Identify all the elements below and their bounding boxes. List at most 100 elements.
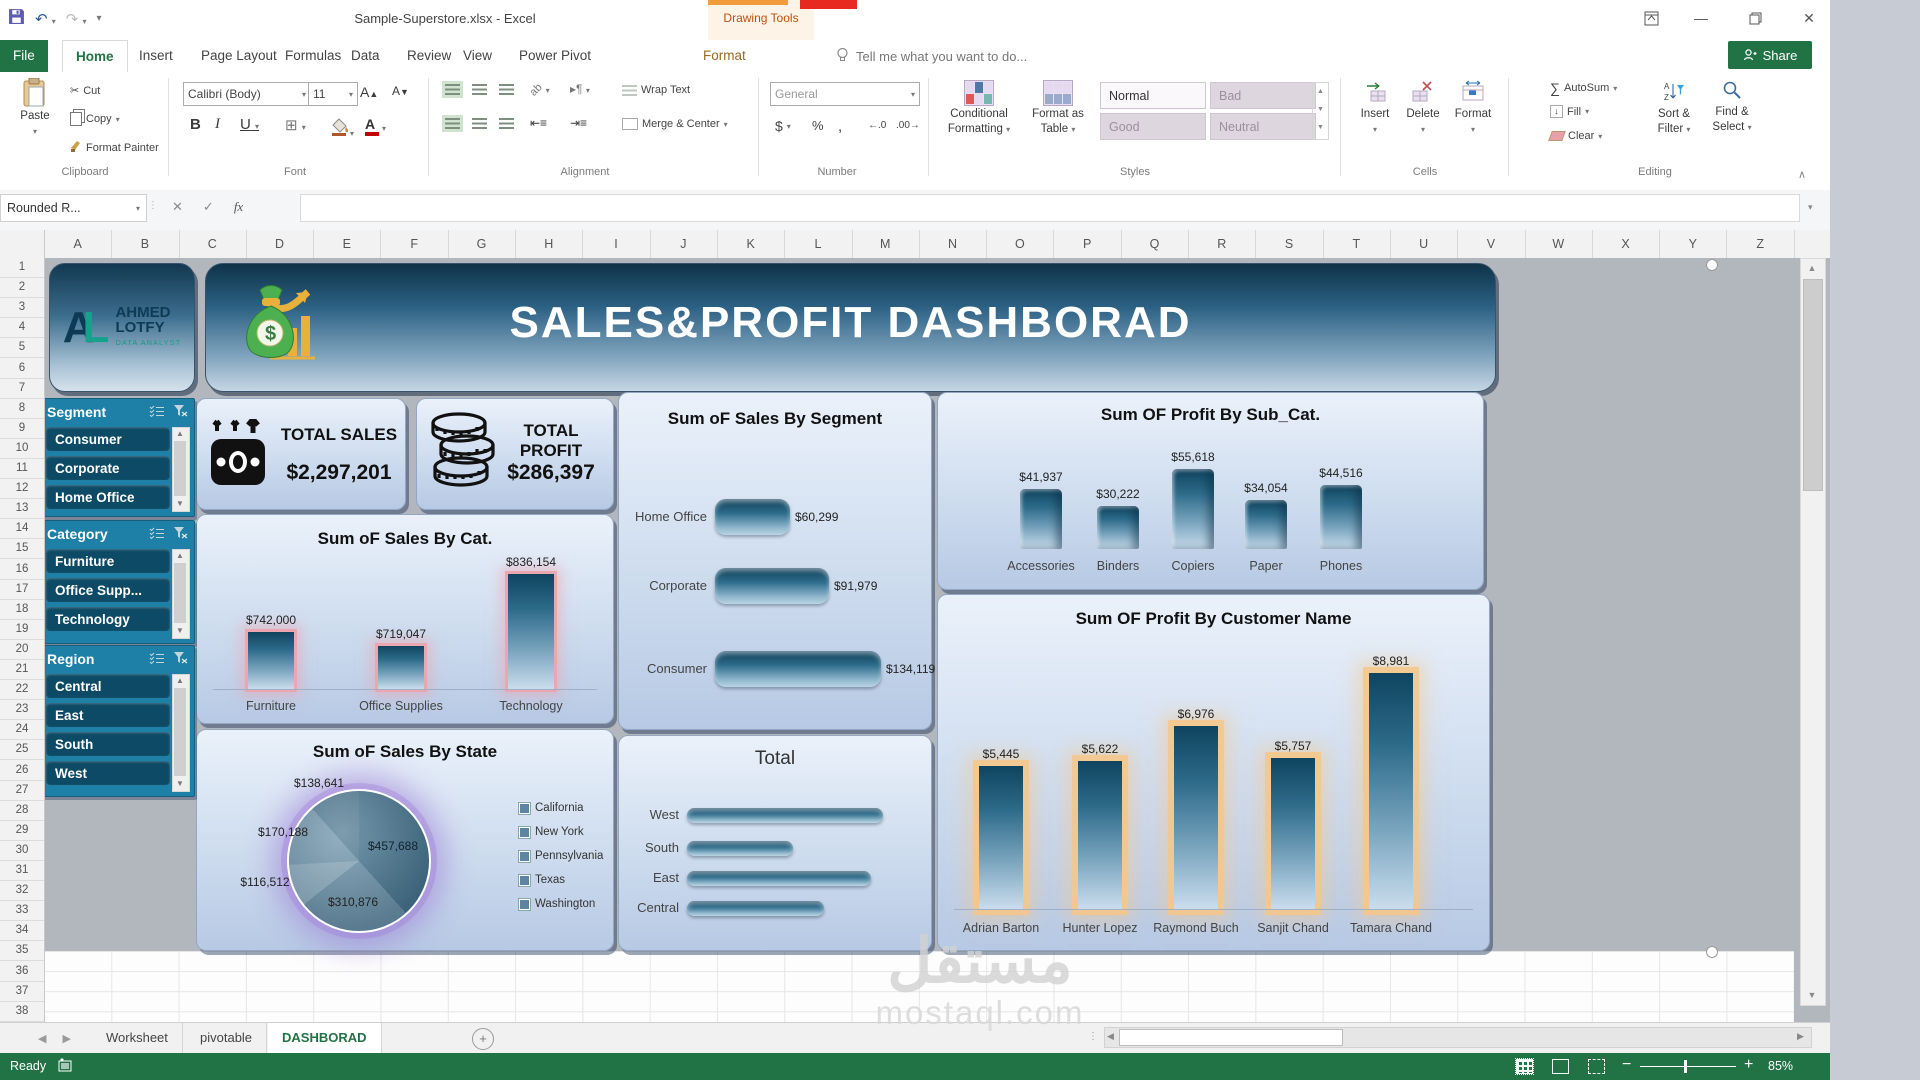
increase-indent-button[interactable]: ⇥≡ [570, 116, 587, 130]
slicer-scrollbar[interactable]: ▲▼ [172, 427, 190, 512]
pie-chart[interactable] [287, 789, 431, 933]
column-header-J[interactable]: J [650, 230, 718, 258]
clear-filter-icon[interactable] [173, 651, 188, 667]
row-header-37[interactable]: 37 [0, 982, 44, 1002]
row-header-12[interactable]: 12 [0, 479, 44, 499]
column-header-N[interactable]: N [919, 230, 987, 258]
column-header-U[interactable]: U [1390, 230, 1458, 258]
row-header-32[interactable]: 32 [0, 881, 44, 901]
zoom-slider-thumb[interactable] [1684, 1060, 1687, 1073]
undo-icon[interactable]: ↶ ▾ [35, 10, 56, 28]
fill-button[interactable]: ↓Fill▾ [1550, 105, 1589, 118]
scroll-thumb[interactable] [174, 563, 186, 623]
row-header-34[interactable]: 34 [0, 921, 44, 941]
slicer-item-consumer[interactable]: Consumer [46, 427, 170, 451]
styles-gallery-scroll[interactable]: ▲▼▼ [1312, 82, 1329, 140]
cancel-entry-icon[interactable]: ✕ [172, 199, 183, 215]
name-box[interactable]: Rounded R...▾ [0, 194, 147, 222]
scroll-down-icon[interactable]: ▼ [1801, 986, 1823, 1004]
row-header-22[interactable]: 22 [0, 680, 44, 700]
row-header-28[interactable]: 28 [0, 801, 44, 821]
row-header-18[interactable]: 18 [0, 600, 44, 620]
multi-select-icon[interactable] [149, 526, 165, 542]
restore-button[interactable] [1732, 0, 1778, 36]
scroll-down-icon[interactable]: ▼ [173, 498, 187, 510]
slicer-segment[interactable]: SegmentConsumerCorporateHome Office▲▼ [40, 398, 195, 517]
row-header-14[interactable]: 14 [0, 519, 44, 539]
row-header-27[interactable]: 27 [0, 781, 44, 801]
bar-home-office[interactable] [715, 499, 790, 535]
clear-button[interactable]: Clear▾ [1550, 130, 1602, 142]
cell-styles-gallery[interactable]: Normal Bad Good Neutral [1100, 82, 1316, 140]
column-header-F[interactable]: F [381, 230, 449, 258]
tab-insert[interactable]: Insert [126, 40, 186, 72]
scroll-down-icon[interactable]: ▼ [173, 778, 187, 790]
empty-cells-band[interactable] [44, 951, 1794, 1022]
slicer-item-home-office[interactable]: Home Office [46, 485, 170, 509]
customize-qat-icon[interactable]: ▾ [97, 13, 102, 24]
scroll-up-icon[interactable]: ▲ [173, 428, 187, 440]
profit-by-subcategory-chart[interactable]: Sum OF Profit By Sub_Cat. $41,937Accesso… [937, 392, 1484, 590]
column-header-Y[interactable]: Y [1659, 230, 1727, 258]
style-bad[interactable]: Bad [1210, 82, 1316, 109]
zoom-out-button[interactable]: − [1622, 1056, 1631, 1074]
select-all-corner[interactable] [0, 230, 45, 258]
expand-formula-bar-icon[interactable]: ▾ [1808, 202, 1813, 213]
bar-copiers[interactable] [1172, 469, 1214, 549]
row-header-29[interactable]: 29 [0, 821, 44, 841]
multi-select-icon[interactable] [149, 651, 165, 667]
scroll-thumb[interactable] [174, 441, 186, 496]
row-header-38[interactable]: 38 [0, 1002, 44, 1022]
column-header-G[interactable]: G [448, 230, 516, 258]
row-header-7[interactable]: 7 [0, 379, 44, 399]
horizontal-scroll-thumb[interactable] [1119, 1029, 1343, 1046]
insert-function-icon[interactable]: fx [234, 199, 243, 215]
column-header-O[interactable]: O [986, 230, 1054, 258]
font-color-button[interactable]: A [365, 116, 379, 136]
slicer-scrollbar[interactable]: ▲▼ [172, 674, 190, 792]
total-profit-card[interactable]: TOTAL PROFIT $286,397 [416, 398, 614, 510]
macro-record-icon[interactable] [58, 1058, 72, 1075]
slicer-item-furniture[interactable]: Furniture [46, 549, 170, 573]
row-header-31[interactable]: 31 [0, 861, 44, 881]
clear-filter-icon[interactable] [173, 526, 188, 542]
tell-me-box[interactable]: Tell me what you want to do... [836, 47, 1027, 65]
column-header-C[interactable]: C [179, 230, 247, 258]
bar-corporate[interactable] [715, 568, 829, 604]
tab-file[interactable]: File [0, 40, 48, 72]
bar-tamara-chand[interactable] [1369, 673, 1413, 909]
row-header-21[interactable]: 21 [0, 660, 44, 680]
decrease-indent-button[interactable]: ⇤≡ [530, 116, 547, 130]
sales-by-segment-chart[interactable]: Sum oF Sales By Segment Home Office$60,2… [618, 392, 932, 730]
percent-style-button[interactable]: % [812, 118, 824, 133]
bar-paper[interactable] [1245, 500, 1287, 549]
column-header-K[interactable]: K [717, 230, 785, 258]
column-header-P[interactable]: P [1054, 230, 1122, 258]
row-header-4[interactable]: 4 [0, 318, 44, 338]
slicer-item-west[interactable]: West [46, 761, 170, 785]
conditional-formatting-button[interactable]: ConditionalFormatting ▾ [940, 80, 1018, 136]
slicer-item-central[interactable]: Central [46, 674, 170, 698]
align-top-button[interactable] [445, 84, 460, 95]
confirm-entry-icon[interactable]: ✓ [203, 199, 214, 215]
page-break-view-button[interactable] [1588, 1059, 1605, 1077]
row-header-33[interactable]: 33 [0, 901, 44, 921]
slicer-item-technology[interactable]: Technology [46, 607, 170, 631]
fill-color-button[interactable]: ▾ [330, 118, 354, 141]
align-right-button[interactable] [499, 118, 514, 129]
bar-sanjit-chand[interactable] [1271, 758, 1315, 909]
number-format-select[interactable]: General▾ [770, 82, 920, 106]
row-header-1[interactable]: 1 [0, 258, 44, 278]
column-header-W[interactable]: W [1525, 230, 1593, 258]
slicer-scrollbar[interactable]: ▲▼ [172, 549, 190, 639]
legend-item-washington[interactable]: Washington [519, 898, 595, 910]
sort-filter-button[interactable]: AZ Sort &Filter ▾ [1648, 80, 1700, 136]
font-size-select[interactable]: 11▾ [308, 82, 358, 106]
bar-office-supplies[interactable] [378, 646, 424, 689]
merge-center-button[interactable]: Merge & Center▾ [622, 118, 728, 130]
format-as-table-button[interactable]: Format asTable ▾ [1022, 80, 1094, 136]
row-header-3[interactable]: 3 [0, 298, 44, 318]
autosum-button[interactable]: ∑AutoSum▾ [1550, 80, 1617, 96]
italic-button[interactable]: I [215, 116, 220, 133]
style-normal[interactable]: Normal [1100, 82, 1206, 109]
